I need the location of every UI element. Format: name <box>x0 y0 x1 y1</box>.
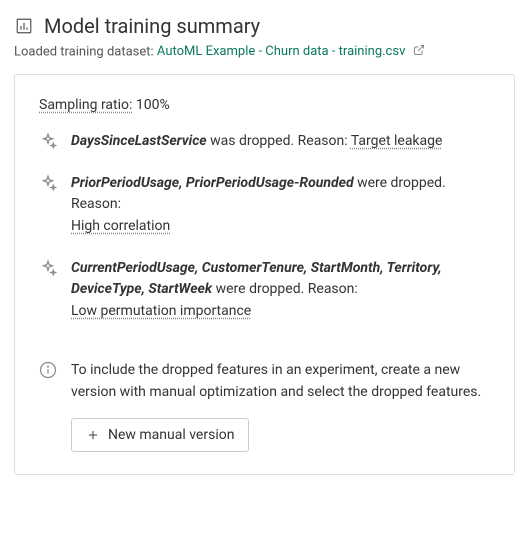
dataset-subheader: Loaded training dataset: AutoML Example … <box>14 44 515 60</box>
dataset-name: AutoML Example - Churn data - training.c… <box>157 44 405 59</box>
plus-icon <box>86 428 100 442</box>
insight-row: PriorPeriodUsage, PriorPeriodUsage-Round… <box>39 173 490 238</box>
external-link-icon <box>413 44 425 60</box>
sampling-label: Sampling ratio: <box>39 97 132 113</box>
info-content: To include the dropped features in an ex… <box>71 359 490 452</box>
new-manual-version-label: New manual version <box>108 427 234 443</box>
info-text: To include the dropped features in an ex… <box>71 359 490 404</box>
dataset-prefix: Loaded training dataset: <box>14 44 157 59</box>
new-manual-version-button[interactable]: New manual version <box>71 418 249 452</box>
sampling-row: Sampling ratio: 100% <box>39 97 490 113</box>
bar-chart-icon <box>14 16 34 36</box>
insight-row: DaysSinceLastService was dropped. Reason… <box>39 131 490 153</box>
page-header: Model training summary <box>14 14 515 38</box>
info-section: To include the dropped features in an ex… <box>39 359 490 452</box>
insight-text: DaysSinceLastService was dropped. Reason… <box>71 131 490 153</box>
info-icon <box>39 361 57 379</box>
insight-suffix: were dropped. Reason: <box>212 281 358 297</box>
reason-link[interactable]: Low permutation importance <box>71 303 251 319</box>
sparkle-icon <box>39 174 57 192</box>
feature-names: DaysSinceLastService <box>71 133 207 149</box>
insight-suffix: was dropped. Reason: <box>207 133 351 149</box>
sparkle-icon <box>39 259 57 277</box>
insight-row: CurrentPeriodUsage, CustomerTenure, Star… <box>39 258 490 323</box>
training-summary-panel: Sampling ratio: 100% DaysSinceLastServic… <box>14 74 515 475</box>
sampling-value: 100% <box>136 97 170 113</box>
feature-names: PriorPeriodUsage, PriorPeriodUsage-Round… <box>71 175 354 191</box>
sparkle-icon <box>39 132 57 150</box>
reason-link[interactable]: Target leakage <box>351 133 443 149</box>
reason-link[interactable]: High correlation <box>71 218 170 234</box>
dataset-link[interactable]: AutoML Example - Churn data - training.c… <box>157 44 425 59</box>
insight-text: PriorPeriodUsage, PriorPeriodUsage-Round… <box>71 173 490 238</box>
insight-text: CurrentPeriodUsage, CustomerTenure, Star… <box>71 258 490 323</box>
page-title: Model training summary <box>44 14 260 38</box>
